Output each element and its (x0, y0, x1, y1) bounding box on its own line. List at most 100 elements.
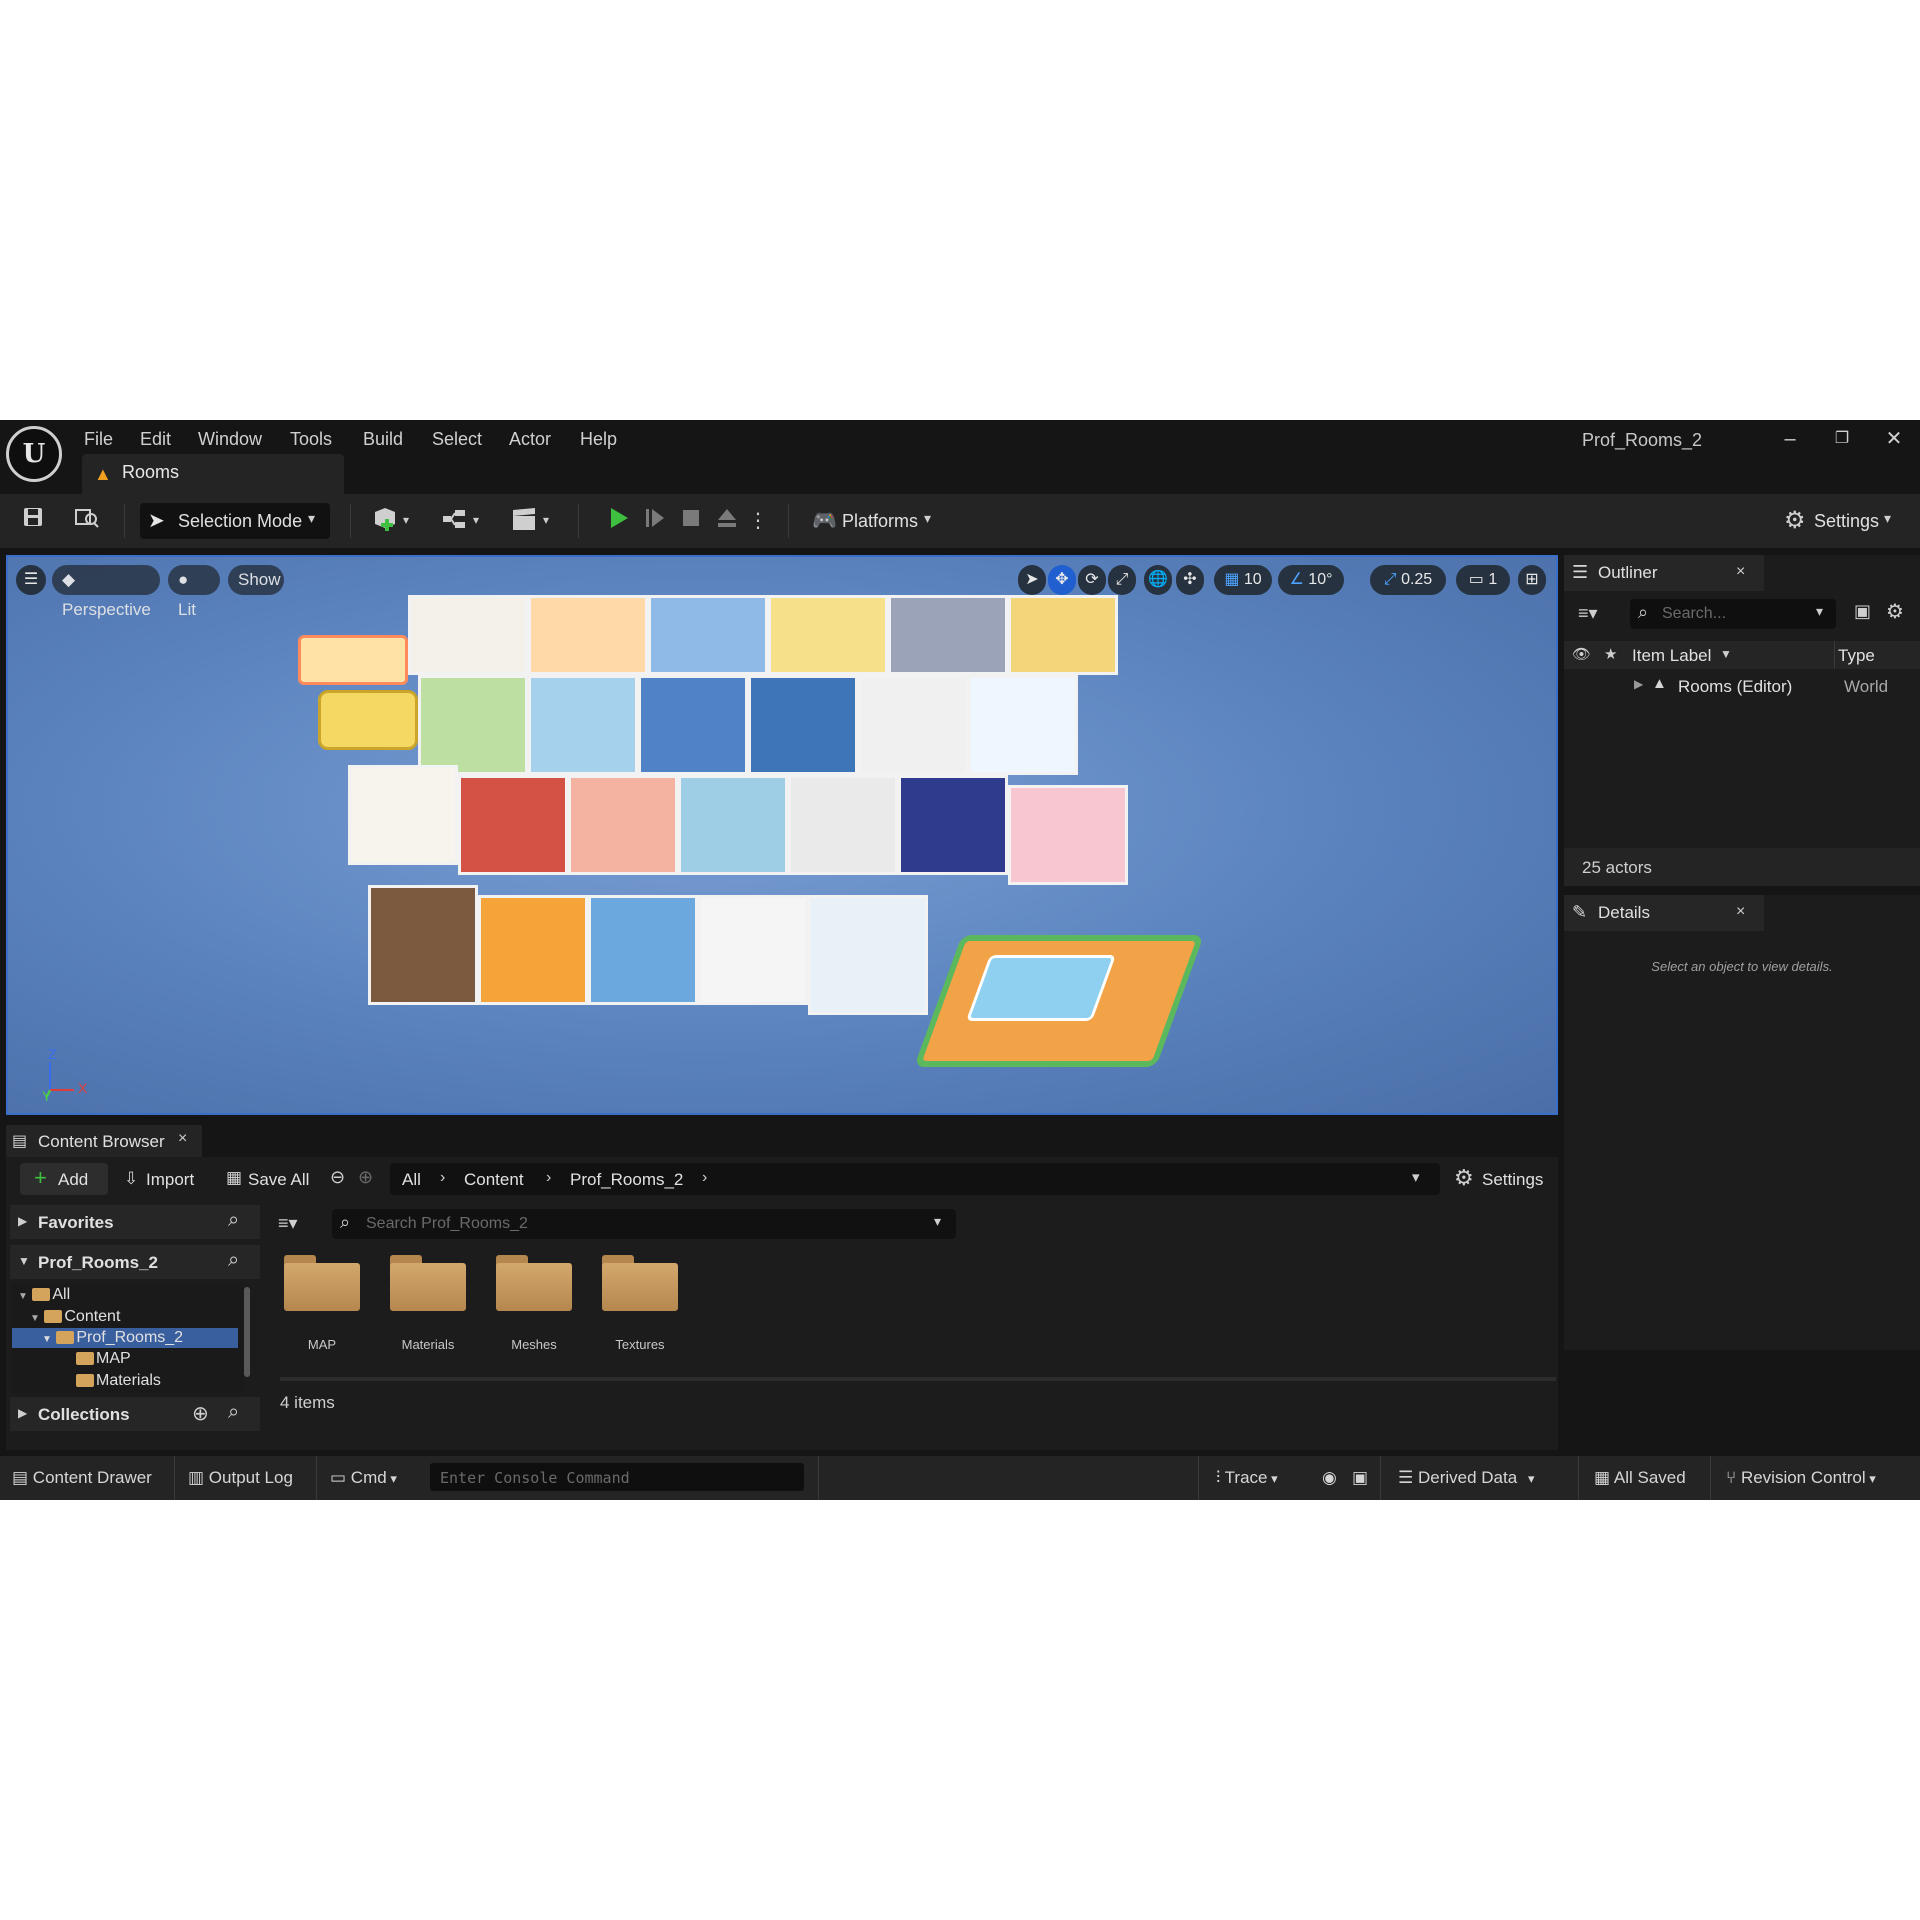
folder-materials[interactable] (390, 1255, 466, 1311)
perspective-button[interactable]: ◆ Perspective (52, 565, 160, 619)
breadcrumb-all[interactable]: All (402, 1170, 421, 1190)
outliner-search-input[interactable]: ⌕ Search... ▾ (1630, 599, 1836, 629)
details-tab[interactable]: ✎ Details × (1564, 895, 1764, 931)
asset-search-input[interactable]: ⌕ Search Prof_Rooms_2 ▾ (332, 1209, 956, 1239)
outliner-tab[interactable]: ☰ Outliner × (1564, 555, 1764, 591)
chevron-down-icon[interactable]: ▾ (1412, 1168, 1420, 1186)
content-settings-button[interactable]: ⚙ Settings (1450, 1163, 1554, 1195)
selection-mode-dropdown[interactable]: ➤ Selection Mode ▾ (140, 503, 330, 539)
move-tool-icon[interactable]: ✥ (1048, 565, 1076, 595)
settings-dropdown[interactable]: ⚙ Settings ▾ (1784, 506, 1904, 536)
stop-icon[interactable] (676, 506, 706, 536)
world-space-icon[interactable]: 🌐 (1144, 565, 1172, 595)
level-tab[interactable]: ▲ Rooms (82, 454, 344, 494)
tree-item-materials[interactable]: Materials (76, 1371, 161, 1391)
tree-item-map[interactable]: MAP (76, 1349, 131, 1369)
import-button[interactable]: ⇩ Import (124, 1163, 208, 1195)
rotate-tool-icon[interactable]: ⟳ (1078, 565, 1106, 595)
tree-item-content[interactable]: ▼ Content (30, 1307, 120, 1327)
cmd-dropdown[interactable]: ▭ Cmd ▾ (330, 1464, 416, 1492)
scale-tool-icon[interactable]: ⤢ (1108, 565, 1136, 595)
search-icon[interactable]: ⌕ (228, 1401, 239, 1424)
details-panel: ✎ Details × Select an object to view det… (1564, 895, 1920, 1350)
branch-icon: ⑂ (1726, 1468, 1741, 1487)
menu-select[interactable]: Select (432, 426, 482, 452)
folder-textures[interactable] (602, 1255, 678, 1311)
content-drawer-button[interactable]: ▤ Content Drawer (12, 1464, 172, 1492)
trace-dropdown[interactable]: ⫶ Trace ▾ (1216, 1464, 1302, 1492)
collections-header[interactable]: ▶ Collections ⊕ ⌕ (10, 1397, 260, 1431)
unreal-logo-icon[interactable]: U (6, 426, 62, 482)
eye-icon[interactable]: 👁 (1572, 645, 1591, 663)
folder-meshes[interactable] (496, 1255, 572, 1311)
search-icon[interactable]: ⌕ (228, 1249, 239, 1272)
menu-actor[interactable]: Actor (509, 426, 551, 452)
close-icon[interactable]: × (1736, 563, 1745, 581)
menu-window[interactable]: Window (198, 426, 262, 452)
more-options-icon[interactable]: ⋮ (748, 506, 768, 536)
folder-map[interactable] (284, 1255, 360, 1311)
lit-button[interactable]: ● Lit (168, 565, 220, 619)
step-forward-icon[interactable] (640, 506, 670, 536)
viewport-menu-icon[interactable]: ☰ (16, 565, 46, 595)
menu-help[interactable]: Help (580, 426, 617, 452)
scale-snap-button[interactable]: ⤢ 0.25 (1370, 565, 1446, 595)
show-button[interactable]: Show (228, 565, 284, 595)
close-button[interactable]: ✕ (1870, 424, 1918, 454)
type-column[interactable]: Type (1838, 646, 1875, 666)
tree-item-project[interactable]: ▼ Prof_Rooms_2 (12, 1328, 238, 1348)
pencil-icon: ✎ (1572, 902, 1588, 922)
select-tool-icon[interactable]: ➤ (1018, 565, 1046, 595)
grid-snap-button[interactable]: ▦ 10 (1214, 565, 1272, 595)
cinematics-icon[interactable]: ▾ (508, 506, 556, 536)
eject-icon[interactable] (712, 506, 742, 536)
back-icon[interactable]: ⊖ (330, 1167, 345, 1188)
filter-icon[interactable]: ≡▾ (278, 1213, 298, 1234)
breadcrumb-project[interactable]: Prof_Rooms_2 (570, 1170, 683, 1190)
all-saved-button[interactable]: ▦ All Saved (1594, 1464, 1698, 1492)
add-button[interactable]: + Add (20, 1163, 108, 1195)
record-icon[interactable]: ◉ (1322, 1464, 1337, 1492)
tree-item-all[interactable]: ▼ All (18, 1285, 70, 1305)
save-icon[interactable] (18, 506, 48, 536)
menu-edit[interactable]: Edit (140, 426, 171, 452)
item-label-column[interactable]: Item Label (1632, 646, 1711, 666)
play-icon[interactable] (604, 506, 634, 536)
add-folder-icon[interactable]: ▣ (1854, 601, 1871, 622)
add-actor-icon[interactable]: ▾ (368, 506, 416, 536)
tree-scrollbar[interactable] (244, 1287, 250, 1377)
restore-button[interactable]: ❐ (1818, 424, 1866, 454)
filter-icon[interactable]: ≡▾ (1578, 603, 1598, 624)
star-icon[interactable]: ★ (1604, 645, 1617, 663)
browse-icon[interactable] (72, 506, 102, 536)
blueprint-icon[interactable]: ▾ (438, 506, 486, 536)
add-collection-icon[interactable]: ⊕ (192, 1401, 209, 1426)
content-browser-tab[interactable]: ▤ Content Browser × (6, 1125, 202, 1157)
menu-file[interactable]: File (84, 426, 113, 452)
save-all-button[interactable]: ▦ Save All (226, 1163, 318, 1195)
asset-scrollbar[interactable] (280, 1377, 1556, 1381)
viewport-layout-icon[interactable]: ⊞ (1518, 565, 1546, 595)
surface-snap-icon[interactable]: ✣ (1176, 565, 1204, 595)
gear-icon[interactable]: ⚙ (1886, 599, 1904, 624)
outliner-row-world[interactable]: ▶ ▲ Rooms (Editor) World (1564, 671, 1920, 701)
favorites-header[interactable]: ▶ Favorites ⌕ (10, 1205, 260, 1239)
level-viewport[interactable]: ☰ ◆ Perspective ● Lit Show ➤ ✥ ⟳ ⤢ 🌐 ✣ ▦… (6, 555, 1558, 1115)
derived-data-dropdown[interactable]: ☰ Derived Data ▾ (1398, 1464, 1558, 1492)
expand-arrow-icon[interactable]: ▶ (1634, 677, 1643, 691)
project-header[interactable]: ▼ Prof_Rooms_2 ⌕ (10, 1245, 260, 1279)
close-icon[interactable]: × (178, 1130, 187, 1148)
screenshot-icon[interactable]: ▣ (1352, 1464, 1368, 1492)
menu-tools[interactable]: Tools (290, 426, 332, 452)
minimize-button[interactable]: – (1766, 424, 1814, 454)
camera-speed-button[interactable]: ▭ 1 (1456, 565, 1510, 595)
revision-control-dropdown[interactable]: ⑂ Revision Control ▾ (1726, 1464, 1906, 1492)
search-icon[interactable]: ⌕ (228, 1209, 239, 1232)
breadcrumb-content[interactable]: Content (464, 1170, 524, 1190)
output-log-button[interactable]: ▥ Output Log (188, 1464, 308, 1492)
console-input[interactable]: Enter Console Command (430, 1463, 804, 1491)
close-icon[interactable]: × (1736, 903, 1745, 921)
rotation-snap-button[interactable]: ∠ 10° (1278, 565, 1344, 595)
forward-icon[interactable]: ⊕ (358, 1167, 373, 1188)
menu-build[interactable]: Build (363, 426, 403, 452)
